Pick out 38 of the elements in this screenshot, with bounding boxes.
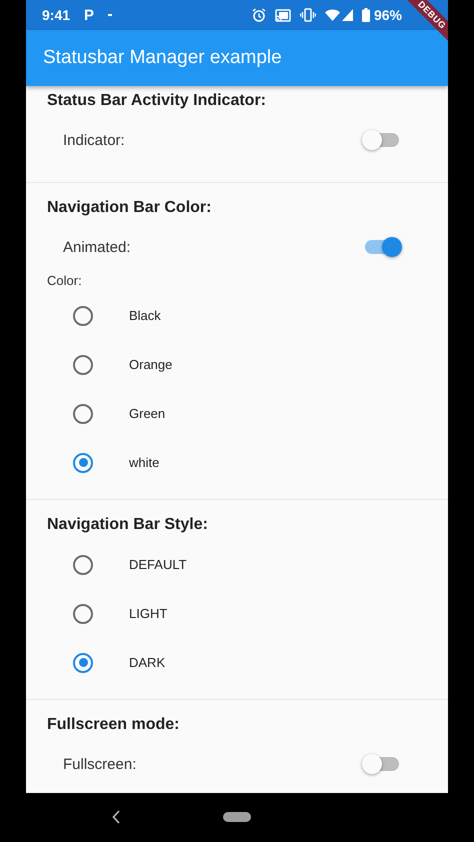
- radio-label: DEFAULT: [129, 557, 187, 572]
- switch-label: Animated:: [63, 238, 132, 256]
- color-caption: Color:: [47, 272, 82, 290]
- dash-icon: [108, 14, 112, 16]
- radio-button[interactable]: [73, 652, 93, 672]
- radio-button[interactable]: [73, 306, 93, 326]
- section-heading: Navigation Bar Color:: [47, 198, 212, 218]
- toggle-switch[interactable]: [365, 133, 399, 147]
- notification-icon: P: [84, 6, 94, 24]
- section-heading: Navigation Bar Style:: [47, 515, 208, 535]
- home-button[interactable]: [223, 812, 251, 822]
- radio-button[interactable]: [73, 554, 93, 574]
- radio-label: white: [129, 455, 160, 470]
- radio-button[interactable]: [73, 354, 93, 374]
- cast-icon: [274, 8, 291, 22]
- vibrate-icon: [300, 8, 316, 22]
- radio-button[interactable]: [73, 404, 93, 424]
- back-icon[interactable]: [112, 810, 120, 824]
- radio-label: Orange: [129, 357, 172, 372]
- section-heading: Status Bar Activity Indicator:: [47, 91, 266, 111]
- battery-icon: [362, 8, 370, 22]
- toggle-switch[interactable]: [365, 757, 399, 771]
- switch-label: Fullscreen:: [63, 756, 138, 772]
- radio-button[interactable]: [73, 604, 93, 624]
- app-title: Statusbar Manager example: [43, 47, 282, 69]
- signal-icon: [342, 9, 353, 21]
- status-time: 9:41: [42, 7, 70, 23]
- toggle-switch[interactable]: [365, 240, 399, 254]
- wifi-icon: [324, 9, 340, 21]
- radio-label: LIGHT: [129, 606, 168, 621]
- switch-label: Indicator:: [63, 132, 126, 148]
- alarm-icon: [252, 8, 266, 22]
- radio-button[interactable]: [73, 452, 93, 472]
- battery-percentage: 96%: [374, 7, 402, 23]
- section-heading: Fullscreen mode:: [47, 715, 180, 735]
- radio-label: Black: [129, 308, 161, 323]
- radio-label: Green: [129, 406, 166, 421]
- radio-label: DARK: [129, 655, 166, 670]
